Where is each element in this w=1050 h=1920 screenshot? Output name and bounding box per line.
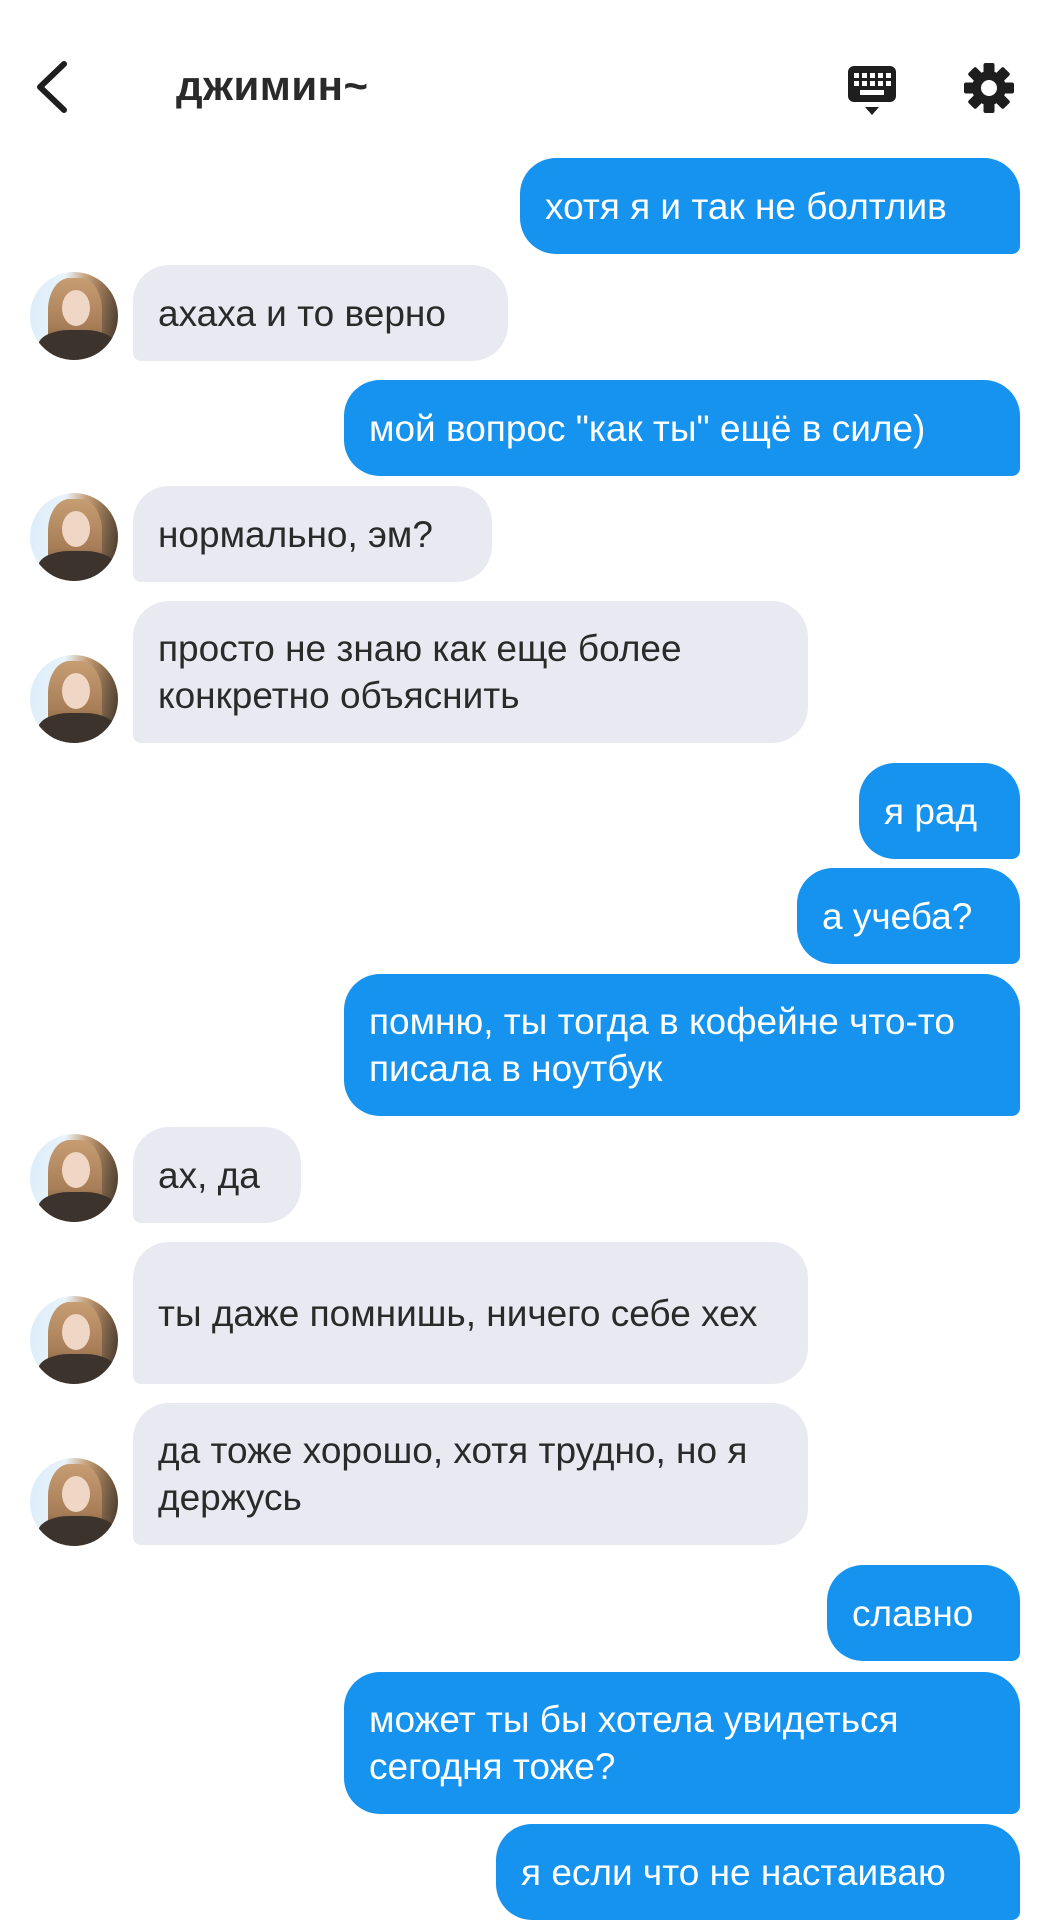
message-text: ты даже помнишь, ничего себе хех — [158, 1292, 758, 1334]
received-message[interactable]: да тоже хорошо, хотя трудно, но я держус… — [133, 1403, 808, 1545]
received-message[interactable]: ты даже помнишь, ничего себе хех — [133, 1242, 808, 1384]
received-message[interactable]: ах, да — [133, 1127, 301, 1223]
message-text: ахаха и то верно — [158, 292, 446, 334]
sent-message[interactable]: я рад — [859, 763, 1020, 859]
message-text: я рад — [884, 790, 978, 832]
sent-message[interactable]: а учеба? — [797, 868, 1020, 964]
contact-avatar[interactable] — [30, 493, 118, 581]
message-text: а учеба? — [822, 895, 973, 937]
message-text: славно — [852, 1592, 974, 1634]
message-text: да тоже хорошо, хотя трудно, но я держус… — [158, 1430, 758, 1518]
message-text: может ты бы хотела увидеться сегодня тож… — [369, 1699, 909, 1787]
message-text: я если что не настаиваю — [521, 1851, 946, 1893]
sent-message[interactable]: я если что не настаиваю — [496, 1824, 1020, 1920]
sent-message[interactable]: хотя я и так не болтлив — [520, 158, 1020, 254]
received-message[interactable]: нормально, эм? — [133, 486, 492, 582]
message-text: мой вопрос "как ты" ещё в силе) — [369, 407, 926, 449]
received-message[interactable]: просто не знаю как еще более конкретно о… — [133, 601, 808, 743]
chat-screen: джимин~ хотя я и так не болтлив ахаха и … — [0, 0, 1050, 1920]
contact-avatar[interactable] — [30, 1296, 118, 1384]
sent-message[interactable]: мой вопрос "как ты" ещё в силе) — [344, 380, 1020, 476]
sent-message[interactable]: помню, ты тогда в кофейне что-то писала … — [344, 974, 1020, 1116]
sent-message[interactable]: может ты бы хотела увидеться сегодня тож… — [344, 1672, 1020, 1814]
message-text: ах, да — [158, 1154, 260, 1196]
sent-message[interactable]: славно — [827, 1565, 1020, 1661]
contact-avatar[interactable] — [30, 272, 118, 360]
message-text: просто не знаю как еще более конкретно о… — [158, 628, 692, 716]
message-text: помню, ты тогда в кофейне что-то писала … — [369, 1001, 966, 1089]
contact-avatar[interactable] — [30, 1134, 118, 1222]
message-text: хотя я и так не болтлив — [545, 185, 947, 227]
message-text: нормально, эм? — [158, 513, 433, 555]
contact-avatar[interactable] — [30, 655, 118, 743]
message-list[interactable]: хотя я и так не болтлив ахаха и то верно… — [0, 0, 1050, 1920]
contact-avatar[interactable] — [30, 1458, 118, 1546]
received-message[interactable]: ахаха и то верно — [133, 265, 508, 361]
